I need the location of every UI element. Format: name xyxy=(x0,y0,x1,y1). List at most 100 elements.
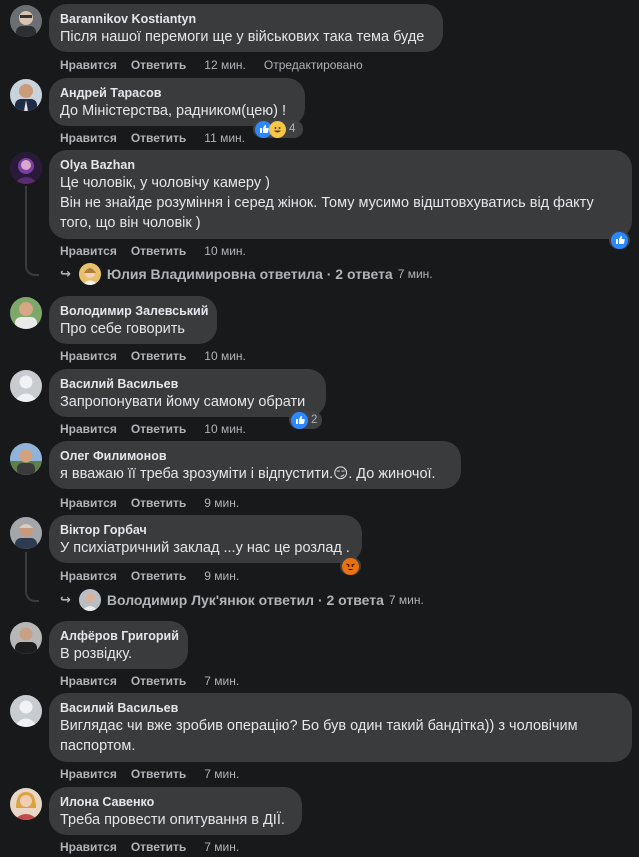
comment-text-line: Про себе говорить xyxy=(60,321,185,337)
reply-link[interactable]: Ответить xyxy=(131,349,186,363)
comment-time[interactable]: 10 мин. xyxy=(204,422,246,436)
reply-link[interactable]: Ответить xyxy=(131,131,186,145)
comment-time[interactable]: 7 мин. xyxy=(204,840,239,854)
avatar[interactable] xyxy=(10,370,42,402)
like-link[interactable]: Нравится xyxy=(60,131,117,145)
comment-text: В розвідку. xyxy=(60,644,176,664)
comment-author[interactable]: Володимир Залевський xyxy=(60,303,208,319)
comment-time[interactable]: 7 мин. xyxy=(204,674,239,688)
like-link[interactable]: Нравится xyxy=(60,349,117,363)
comment-text-line: До Міністерства, радником(цею) ! xyxy=(60,103,287,119)
avatar[interactable] xyxy=(10,622,42,654)
reply-link[interactable]: Ответить xyxy=(131,840,186,854)
comment-actions: Нравится Ответить 9 мин. xyxy=(60,496,257,510)
comment-time[interactable]: 11 мин. xyxy=(204,131,245,145)
reply-link[interactable]: Ответить xyxy=(131,496,186,510)
thread-elbow xyxy=(25,258,39,276)
comment-actions: Нравится Ответить 12 мин. Отредактировано xyxy=(60,58,363,72)
reply-arrow-icon: ↪ xyxy=(60,592,71,607)
comment-bubble: Андрей Тарасов До Міністерства, радником… xyxy=(49,78,305,126)
comment-text-line: я вважаю її треба зрозуміти і відпустити… xyxy=(60,466,436,482)
like-link[interactable]: Нравится xyxy=(60,674,117,688)
view-replies-link[interactable]: ↪ Юлия Владимировна ответила · 2 ответа … xyxy=(60,263,433,285)
view-replies-link[interactable]: ↪ Володимир Лук'янюк ответил · 2 ответа … xyxy=(60,589,424,611)
comment-actions: Нравится Ответить 10 мин. xyxy=(60,349,264,363)
comment-text-line: Треба провести опитування в ДІЇ. xyxy=(60,812,285,828)
avatar[interactable] xyxy=(10,695,42,727)
comment-time[interactable]: 9 мин. xyxy=(204,569,239,583)
avatar[interactable] xyxy=(10,517,42,549)
replies-summary[interactable]: Юлия Владимировна ответила · 2 ответа xyxy=(107,266,393,282)
comment-text-line: паспортом. xyxy=(60,738,136,754)
comment-time[interactable]: 12 мин. xyxy=(204,58,246,72)
comment-text: Після нашої перемоги ще у військових так… xyxy=(60,27,431,47)
comment-author[interactable]: Василий Васильев xyxy=(60,376,314,392)
comment-text: До Міністерства, радником(цею) ! xyxy=(60,101,293,121)
like-link[interactable]: Нравится xyxy=(60,569,117,583)
reply-link[interactable]: Ответить xyxy=(131,674,186,688)
reaction-count: 4 xyxy=(289,123,296,135)
replies-time: 7 мин. xyxy=(388,593,424,607)
reaction-summary[interactable] xyxy=(340,557,361,575)
like-link[interactable]: Нравится xyxy=(60,244,117,258)
comment-text: Треба провести опитування в ДІЇ. xyxy=(60,810,290,830)
comment-actions: Нравится Ответить 7 мин. xyxy=(60,674,257,688)
avatar[interactable] xyxy=(10,788,42,820)
comment-bubble: Илона Савенко Треба провести опитування … xyxy=(49,787,302,835)
thread-elbow xyxy=(25,585,39,602)
comment-author[interactable]: Илона Савенко xyxy=(60,794,290,810)
reply-link[interactable]: Ответить xyxy=(131,244,186,258)
comment-bubble: Віктор Горбач У психіатричний заклад ...… xyxy=(49,515,362,563)
comment-actions: Нравится Ответить 10 мин. xyxy=(60,244,264,258)
replies-summary[interactable]: Володимир Лук'янюк ответил · 2 ответа xyxy=(107,592,384,608)
comment-author[interactable]: Андрей Тарасов xyxy=(60,85,293,101)
avatar xyxy=(78,263,101,285)
like-link[interactable]: Нравится xyxy=(60,840,117,854)
comment-text-line: Це чоловік, у чоловічу камеру ) xyxy=(60,175,270,191)
reply-arrow-icon: ↪ xyxy=(60,266,71,281)
comment-actions: Нравится Ответить 9 мин. xyxy=(60,569,257,583)
avatar[interactable] xyxy=(10,79,42,111)
comment-text: Це чоловік, у чоловічу камеру ) Він не з… xyxy=(60,173,620,233)
reaction-summary[interactable] xyxy=(609,231,630,249)
thread-line xyxy=(25,552,27,587)
thread-line xyxy=(25,186,27,262)
comment-author[interactable]: Василий Васильев xyxy=(60,700,620,716)
reaction-summary[interactable]: 2 xyxy=(289,411,322,429)
avatar[interactable] xyxy=(10,443,42,475)
comment-text-line: Він не знайде розуміння і серед жінок. Т… xyxy=(60,195,594,211)
comment-author[interactable]: Олег Филимонов xyxy=(60,448,449,464)
comment-text-line: Виглядає чи вже зробив операцію? Бо був … xyxy=(60,718,578,734)
like-link[interactable]: Нравится xyxy=(60,767,117,781)
comment-author[interactable]: Алфёров Григорий xyxy=(60,628,179,644)
haha-reaction-icon xyxy=(269,120,286,138)
comment-bubble: Олег Филимонов я вважаю її треба зрозумі… xyxy=(49,441,461,489)
comment-author[interactable]: Olya Bazhan xyxy=(60,157,620,173)
reply-link[interactable]: Ответить xyxy=(131,422,186,436)
reply-link[interactable]: Ответить xyxy=(131,58,186,72)
comment-time[interactable]: 9 мин. xyxy=(204,496,239,510)
comment-text-line: Після нашої перемоги ще у військових так… xyxy=(60,29,425,45)
comment-time[interactable]: 10 мин. xyxy=(204,244,246,258)
like-link[interactable]: Нравится xyxy=(60,496,117,510)
comment-time[interactable]: 10 мин. xyxy=(204,349,246,363)
comment-author[interactable]: Віктор Горбач xyxy=(60,522,350,538)
reply-link[interactable]: Ответить xyxy=(131,767,186,781)
reply-link[interactable]: Ответить xyxy=(131,569,186,583)
comment-bubble: Olya Bazhan Це чоловік, у чоловічу камер… xyxy=(49,150,632,239)
avatar[interactable] xyxy=(10,297,42,329)
like-link[interactable]: Нравится xyxy=(60,58,117,72)
avatar[interactable] xyxy=(10,152,42,184)
like-link[interactable]: Нравится xyxy=(60,422,117,436)
edited-label[interactable]: Отредактировано xyxy=(264,58,363,72)
comment-actions: Нравится Ответить 7 мин. xyxy=(60,767,257,781)
avatar[interactable] xyxy=(10,5,42,37)
comment-actions: Нравится Ответить 7 мин. xyxy=(60,840,257,854)
comment-actions: Нравится Ответить 11 мин. xyxy=(60,131,263,145)
comment-text: Виглядає чи вже зробив операцію? Бо був … xyxy=(60,716,620,756)
comment-author[interactable]: Barannikov Kostiantyn xyxy=(60,11,431,27)
comment-text: я вважаю її треба зрозуміти і відпустити… xyxy=(60,464,449,484)
comment-text-line: того, що він чоловік ) xyxy=(60,215,201,231)
comment-bubble: Василий Васильев Запропонувати йому само… xyxy=(49,369,326,417)
comment-time[interactable]: 7 мин. xyxy=(204,767,239,781)
